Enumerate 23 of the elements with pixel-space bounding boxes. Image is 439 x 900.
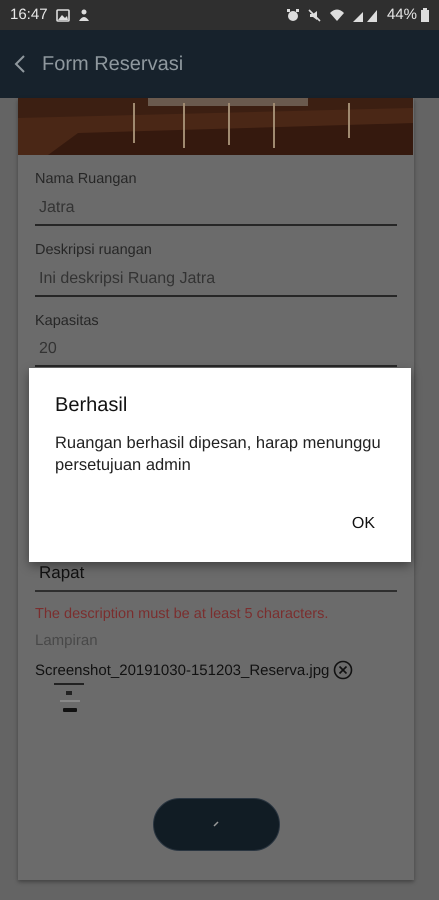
- wifi-icon: [328, 8, 345, 22]
- image-icon: [56, 8, 70, 22]
- mute-icon: [308, 8, 321, 22]
- back-button[interactable]: [14, 54, 26, 74]
- battery-level: 44%: [386, 4, 417, 25]
- status-time: 16:47: [10, 4, 48, 25]
- screen-title: Form Reservasi: [42, 52, 184, 77]
- dialog-message: Ruangan berhasil dipesan, harap menunggu persetujuan admin: [55, 433, 382, 476]
- alarm-icon: [286, 8, 300, 22]
- submit-button[interactable]: [152, 798, 280, 850]
- dialog-title: Berhasil: [55, 393, 128, 418]
- back-icon: [14, 54, 26, 74]
- error-message: The description must be at least 5 characters.: [35, 604, 330, 624]
- file-name: Screenshot_20191030-151203_Reserva.jpg: [35, 661, 330, 681]
- close-icon: [333, 660, 354, 680]
- battery-icon: [421, 8, 429, 22]
- signal-icon: [352, 8, 379, 22]
- field-label: Deskripsi ruangan: [35, 240, 153, 260]
- field-label: Nama Ruangan: [35, 170, 138, 189]
- spinner-icon: [213, 821, 219, 827]
- field-label: Kapasitas: [35, 312, 100, 330]
- ok-button[interactable]: OK: [342, 508, 385, 540]
- remove-button[interactable]: [333, 660, 354, 680]
